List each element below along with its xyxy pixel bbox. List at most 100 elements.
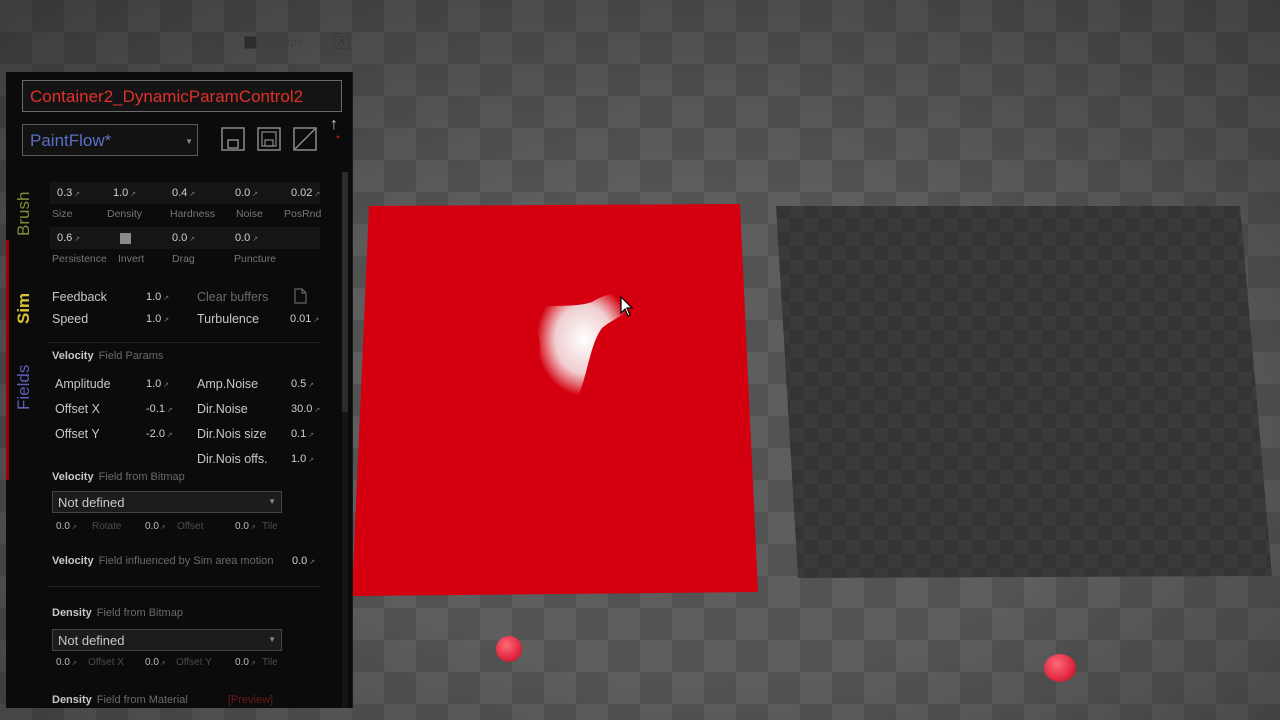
feedback-value[interactable]: 1.0	[146, 291, 169, 303]
rotate-label: Rotate	[92, 521, 122, 532]
tab-fields[interactable]: Fields	[14, 354, 38, 410]
save-as-icon	[257, 127, 281, 151]
density-offset-y-value[interactable]: 0.0	[145, 657, 166, 668]
turbulence-label: Turbulence	[197, 312, 260, 326]
density-label: Density	[107, 208, 143, 220]
persistence-label: Persistence	[52, 253, 107, 265]
velocity-params-title: Velocity Field Params	[52, 350, 163, 362]
amp-noise-value[interactable]: 0.5	[291, 378, 314, 390]
red-sphere-left[interactable]	[496, 636, 522, 662]
invert-label: Invert	[118, 253, 145, 265]
dropdown-arrow-icon: ▼	[185, 137, 193, 146]
density-offset-y-label: Offset Y	[176, 657, 212, 668]
document-icon[interactable]	[292, 288, 308, 304]
tab-sim[interactable]: Sim	[14, 288, 38, 324]
save-button[interactable]	[220, 126, 246, 152]
preset-name: PaintFlow*	[30, 131, 112, 150]
density-material-title: Density Field from Material [Preview]	[52, 694, 273, 706]
drag-label: Drag	[172, 253, 195, 265]
density-offset-x-value[interactable]: 0.0	[56, 657, 77, 668]
density-bitmap-subtitle: Field from Bitmap	[96, 607, 183, 619]
velocity-bitmap-subtitle: Field from Bitmap	[98, 471, 185, 483]
section-divider	[48, 342, 320, 343]
tab-brush[interactable]: Brush	[14, 184, 38, 236]
top-toolbar: V Tooltips X	[18, 28, 358, 56]
offset-y-label: Offset Y	[55, 427, 100, 441]
clear-icon	[293, 127, 317, 151]
hardness-label: Hardness	[170, 208, 215, 220]
amplitude-label: Amplitude	[55, 377, 111, 391]
density-offset-x-label: Offset X	[88, 657, 124, 668]
turbulence-value[interactable]: 0.01	[290, 313, 319, 325]
red-paint-plane[interactable]	[352, 204, 758, 596]
velocity-motion-heading: Velocity	[52, 555, 94, 567]
tile-value[interactable]: 0.0	[235, 521, 256, 532]
velocity-bitmap-selected: Not defined	[58, 495, 125, 510]
container-name-field[interactable]: Container2_DynamicParamControl2	[22, 80, 342, 112]
density-bitmap-selected: Not defined	[58, 633, 125, 648]
offset-value[interactable]: 0.0	[145, 521, 166, 532]
speed-label: Speed	[52, 312, 89, 326]
dir-noise-offs-value[interactable]: 1.0	[291, 453, 314, 465]
tile-label: Tile	[262, 521, 278, 532]
velocity-motion-value[interactable]: 0.0	[292, 555, 315, 567]
persistence-value[interactable]: 0.6	[57, 232, 80, 244]
dir-noise-size-label: Dir.Nois size	[197, 427, 267, 441]
density-bitmap-title: Density Field from Bitmap	[52, 607, 183, 619]
density-tile-value[interactable]: 0.0	[235, 657, 256, 668]
size-value[interactable]: 0.3	[57, 187, 80, 199]
save-as-button[interactable]	[256, 126, 282, 152]
posrnd-value[interactable]: 0.02	[291, 187, 320, 199]
section-divider	[48, 586, 320, 587]
preview-tag[interactable]: [Preview]	[228, 694, 273, 706]
hardness-value[interactable]: 0.4	[172, 187, 195, 199]
posrnd-label: PosRnd	[284, 208, 322, 220]
offset-y-value[interactable]: -2.0	[146, 428, 173, 440]
active-tab-indicator	[6, 240, 9, 480]
v-toggle[interactable]: V	[214, 34, 223, 49]
dir-noise-label: Dir.Noise	[197, 402, 248, 416]
paint-flow-panel: Container2_DynamicParamControl2 PaintFlo…	[6, 72, 353, 708]
red-sphere-right[interactable]	[1044, 654, 1076, 682]
clear-button[interactable]	[292, 126, 318, 152]
feedback-label: Feedback	[52, 290, 107, 304]
arrow-up-icon[interactable]: ↑	[330, 116, 338, 134]
drag-value[interactable]: 0.0	[172, 232, 195, 244]
velocity-bitmap-heading: Velocity	[52, 471, 94, 483]
velocity-params-subtitle: Field Params	[98, 350, 164, 362]
velocity-bitmap-dropdown[interactable]: Not defined ▼	[52, 491, 282, 513]
scrollbar-thumb[interactable]	[342, 172, 348, 412]
offset-label: Offset	[177, 521, 204, 532]
density-bitmap-dropdown[interactable]: Not defined ▼	[52, 629, 282, 651]
dir-noise-offs-label: Dir.Nois offs.	[197, 452, 268, 466]
velocity-params-heading: Velocity	[52, 350, 94, 362]
save-icon	[221, 127, 245, 151]
size-label: Size	[52, 208, 73, 220]
velocity-motion-title: Velocity Field influenced by Sim area mot…	[52, 555, 273, 567]
speed-value[interactable]: 1.0	[146, 313, 169, 325]
dropdown-arrow-icon: ▼	[268, 635, 276, 644]
density-tile-label: Tile	[262, 657, 278, 668]
rotate-value[interactable]: 0.0	[56, 521, 77, 532]
density-value[interactable]: 1.0	[113, 187, 136, 199]
density-material-heading: Density	[52, 694, 92, 706]
amplitude-value[interactable]: 1.0	[146, 378, 169, 390]
tooltips-checkbox[interactable]	[244, 36, 257, 49]
offset-x-value[interactable]: -0.1	[146, 403, 173, 415]
close-button[interactable]: X	[334, 33, 349, 49]
density-material-subtitle: Field from Material	[96, 694, 188, 706]
dir-noise-value[interactable]: 30.0	[291, 403, 320, 415]
puncture-label: Puncture	[234, 253, 277, 265]
container-name-text: Container2_DynamicParamControl2	[30, 87, 304, 106]
gray-sim-plane[interactable]	[776, 204, 1274, 580]
preset-dropdown[interactable]: PaintFlow* ▼	[22, 124, 198, 156]
puncture-value[interactable]: 0.0	[235, 232, 258, 244]
dir-noise-size-value[interactable]: 0.1	[291, 428, 314, 440]
noise-label: Noise	[236, 208, 263, 220]
noise-value[interactable]: 0.0	[235, 187, 258, 199]
tooltips-label: Tooltips	[262, 35, 303, 49]
density-bitmap-heading: Density	[52, 607, 92, 619]
invert-checkbox[interactable]	[120, 233, 131, 244]
mouse-cursor-icon	[620, 296, 634, 317]
clear-buffers-button[interactable]: Clear buffers	[197, 290, 268, 304]
